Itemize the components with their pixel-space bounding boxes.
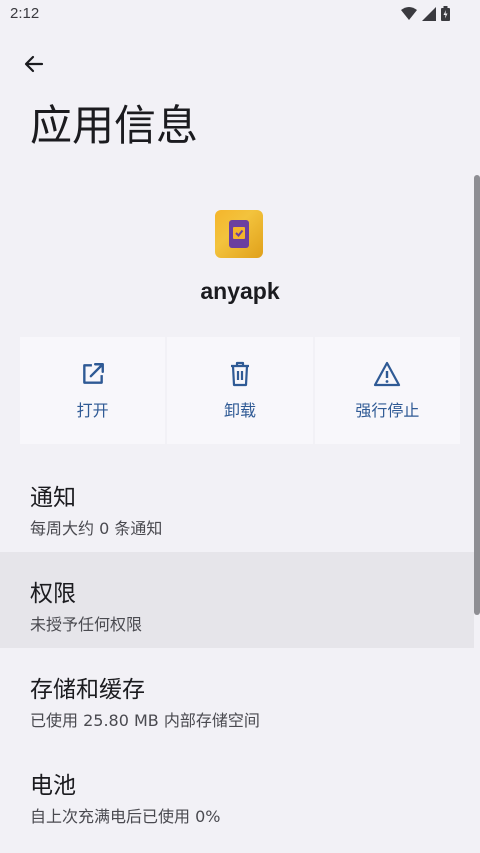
app-icon — [215, 210, 263, 258]
open-label: 打开 — [76, 400, 109, 420]
setting-title: 存储和缓存 — [30, 677, 145, 703]
setting-title: 电池 — [30, 773, 76, 799]
setting-title: 权限 — [30, 581, 76, 607]
status-bar: 2:12 — [0, 0, 480, 30]
setting-notifications[interactable]: 通知 每周大约 0 条通知 — [0, 456, 474, 552]
force-stop-button[interactable]: 强行停止 — [314, 337, 460, 444]
trash-icon — [230, 361, 249, 386]
open-button[interactable]: 打开 — [20, 337, 166, 444]
action-bar: 打开 卸载 强行停止 — [20, 337, 460, 444]
uninstall-button[interactable]: 卸载 — [167, 337, 313, 444]
setting-subtitle: 已使用 25.80 MB 内部存储空间 — [30, 711, 260, 730]
page-title: 应用信息 — [30, 101, 199, 150]
setting-subtitle: 未授予任何权限 — [30, 615, 143, 634]
setting-permissions[interactable]: 权限 未授予任何权限 — [0, 552, 474, 648]
setting-storage[interactable]: 存储和缓存 已使用 25.80 MB 内部存储空间 — [0, 648, 474, 744]
setting-subtitle: 每周大约 0 条通知 — [30, 519, 163, 538]
wifi-icon — [401, 6, 417, 20]
status-time: 2:12 — [10, 5, 40, 22]
setting-battery[interactable]: 电池 自上次充满电后已使用 0% — [0, 744, 474, 840]
phone-check-icon — [229, 220, 249, 248]
back-button[interactable] — [14, 44, 54, 84]
setting-title: 通知 — [30, 485, 76, 511]
force-stop-label: 强行停止 — [355, 400, 420, 420]
setting-subtitle: 自上次充满电后已使用 0% — [30, 807, 221, 826]
app-name: anyapk — [200, 278, 280, 304]
open-external-icon — [82, 362, 104, 384]
warning-icon — [374, 361, 401, 386]
battery-icon — [441, 6, 450, 21]
status-icons — [401, 6, 450, 21]
scrollbar[interactable] — [474, 175, 480, 615]
signal-icon — [422, 6, 436, 21]
arrow-back-icon — [24, 55, 44, 73]
uninstall-label: 卸载 — [223, 400, 256, 420]
